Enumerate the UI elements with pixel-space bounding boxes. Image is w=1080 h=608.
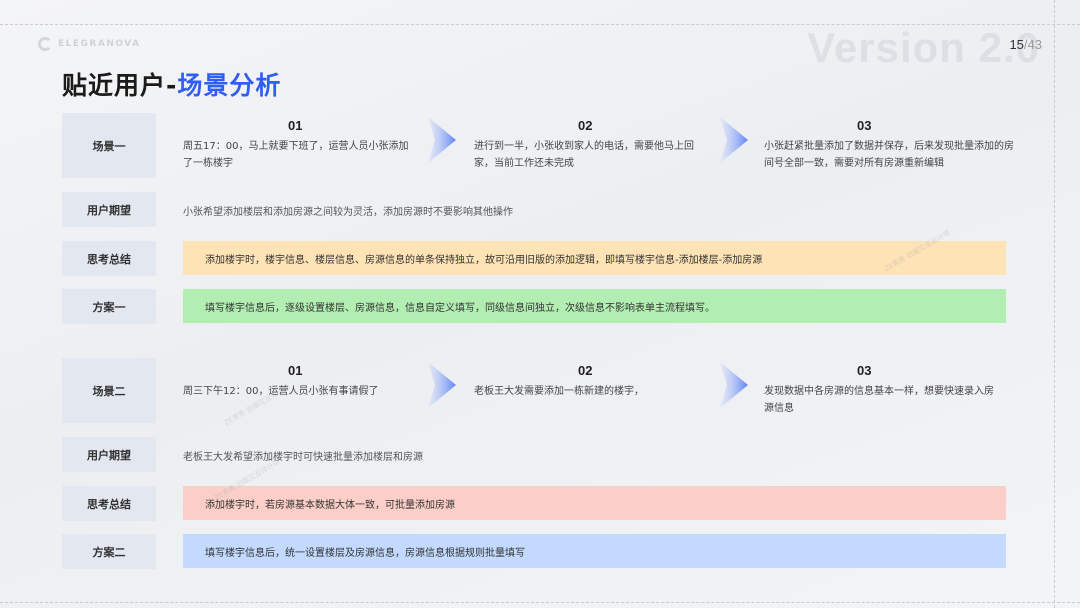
brand-logo: ELEGRANOVA: [38, 37, 141, 51]
s2-plan-text: 填写楼宇信息后，统一设置楼层及房源信息，房源信息根据规则批量填写: [205, 547, 525, 559]
s2-step-1-text: 周三下午12：00，运营人员小张有事请假了: [183, 386, 379, 397]
s2-arrow-2-icon: [720, 362, 748, 408]
s1-step-2-number: 02: [578, 118, 593, 133]
s2-step-3-number: 03: [857, 363, 872, 378]
s1-plan-bar: 填写楼宇信息后，逐级设置楼层、房源信息，信息自定义填写，同级信息间独立，次级信息…: [183, 289, 1006, 323]
s1-plan-text: 填写楼宇信息后，逐级设置楼层、房源信息，信息自定义填写，同级信息间独立，次级信息…: [205, 302, 715, 314]
s2-summary-label: 思考总结: [62, 486, 156, 521]
s1-step-2-text: 进行到一半，小张收到家人的电话，需要他马上回家，当前工作还未完成: [474, 141, 694, 169]
s2-expect-label: 用户期望: [62, 437, 156, 472]
page-number: 15/43: [1009, 37, 1042, 52]
version-watermark: Version 2.0: [807, 24, 1040, 71]
s1-step-3-number: 03: [857, 118, 872, 133]
s2-plan-bar: 填写楼宇信息后，统一设置楼层及房源信息，房源信息根据规则批量填写: [183, 534, 1006, 568]
s2-plan-label: 方案二: [62, 534, 156, 569]
s2-step-2-number: 02: [578, 363, 593, 378]
s1-arrow-2-icon: [720, 117, 748, 163]
s1-plan-label: 方案一: [62, 289, 156, 324]
page-title: 贴近用户-场景分析: [62, 66, 281, 102]
s1-summary-bar: 添加楼宇时，楼宇信息、楼层信息、房源信息的单条保持独立，故可沿用旧版的添加逻辑，…: [183, 241, 1006, 275]
s2-arrow-1-icon: [428, 362, 456, 408]
s2-summary-text: 添加楼宇时，若房源基本数据大体一致，可批量添加房源: [205, 499, 455, 511]
page-current: 15: [1009, 37, 1024, 52]
s1-expect-label: 用户期望: [62, 192, 156, 227]
s1-summary-text: 添加楼宇时，楼宇信息、楼层信息、房源信息的单条保持独立，故可沿用旧版的添加逻辑，…: [205, 254, 763, 266]
s2-expect-text: 老板王大发希望添加楼宇时可快速批量添加楼层和房源: [183, 452, 423, 463]
s2-step-1-number: 01: [288, 363, 303, 378]
title-main: 贴近用户-: [62, 71, 178, 100]
scene-two-label: 场景二: [62, 358, 156, 423]
s1-summary-label: 思考总结: [62, 241, 156, 276]
logo-text: ELEGRANOVA: [58, 39, 141, 49]
s1-arrow-1-icon: [428, 117, 456, 163]
page-total: /43: [1023, 37, 1042, 52]
title-highlight: 场景分析: [177, 71, 282, 100]
s1-step-1-number: 01: [288, 118, 303, 133]
frame-guide-right: [1054, 0, 1055, 608]
frame-guide-bottom: [0, 602, 1080, 603]
s2-step-3-text: 发现数据中各房源的信息基本一样，想要快速录入房源信息: [764, 386, 994, 414]
s2-step-2-text: 老板王大发需要添加一栋新建的楼宇，: [474, 386, 644, 397]
s2-summary-bar: 添加楼宇时，若房源基本数据大体一致，可批量添加房源: [183, 486, 1006, 520]
s1-step-3-text: 小张赶紧批量添加了数据并保存，后来发现批量添加的房间号全部一致，需要对所有房源重…: [764, 141, 1014, 169]
scene-one-label: 场景一: [62, 113, 156, 178]
logo-icon: [38, 37, 52, 51]
s1-expect-text: 小张希望添加楼层和添加房源之间较为灵活，添加房源时不要影响其他操作: [183, 207, 513, 218]
s1-step-1-text: 周五17：00，马上就要下班了，运营人员小张添加了一栋楼宇: [183, 141, 409, 169]
